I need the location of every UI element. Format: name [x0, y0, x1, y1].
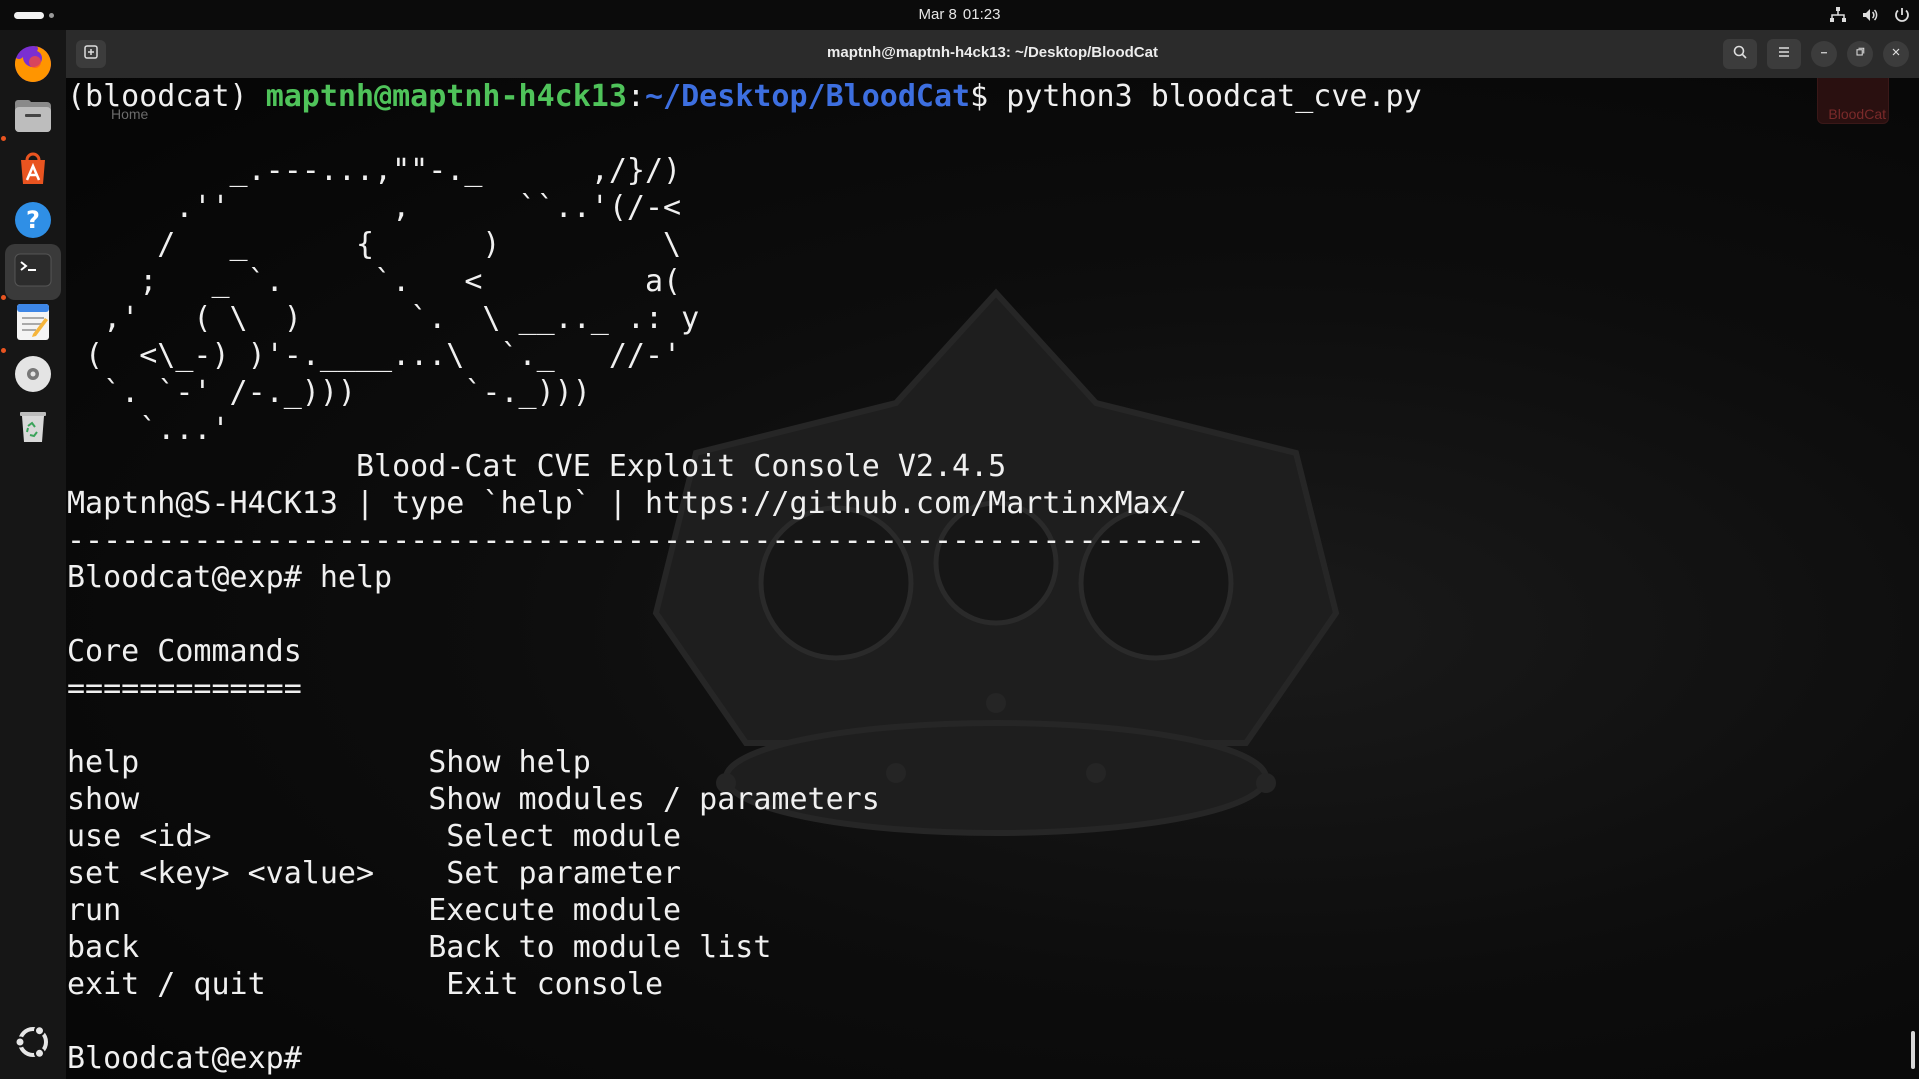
- command-row: help Show help: [67, 744, 1422, 781]
- section-title: Core Commands: [67, 634, 302, 669]
- dock-item-show-apps[interactable]: [5, 1016, 61, 1072]
- ascii-art-line: ( <\_-) )'-.____...\ `._ //-': [67, 338, 682, 373]
- window-title: maptnh@maptnh-h4ck13: ~/Desktop/BloodCat: [827, 44, 1158, 61]
- command-desc: Exit console: [446, 967, 664, 1002]
- help-icon: ?: [11, 198, 55, 246]
- exp-prompt: Bloodcat@exp#: [67, 560, 320, 595]
- command-name: back: [67, 930, 429, 965]
- minimize-icon: [1818, 46, 1830, 62]
- dock-item-terminal[interactable]: [5, 244, 61, 300]
- command-desc: Select module: [446, 819, 682, 854]
- hamburger-menu-icon: [1776, 44, 1792, 64]
- close-icon: [1890, 46, 1902, 62]
- prompt-dollar: $: [970, 79, 1007, 114]
- clock[interactable]: Mar 8 01:23: [0, 6, 1919, 23]
- volume-icon[interactable]: [1861, 6, 1879, 24]
- clock-date: Mar 8: [918, 6, 957, 23]
- command-row: exit / quit Exit console: [67, 966, 1422, 1003]
- exp-prompt-line: Bloodcat@exp# help: [67, 559, 1422, 596]
- desktop-folder-label: BloodCat: [1828, 106, 1886, 122]
- command-desc: Set parameter: [446, 856, 682, 891]
- text-editor-icon: [11, 300, 55, 348]
- restore-button[interactable]: [1847, 41, 1873, 67]
- dock-item-firefox[interactable]: [5, 38, 61, 94]
- prompt-colon: :: [626, 79, 645, 114]
- command-name: show: [67, 782, 429, 817]
- terminal-output: (bloodcat) maptnh@maptnh-h4ck13:~/Deskto…: [67, 78, 1422, 1077]
- shell-prompt-line: (bloodcat) maptnh@maptnh-h4ck13:~/Deskto…: [67, 78, 1422, 115]
- command-desc: Execute module: [428, 893, 682, 928]
- running-indicator: [1, 295, 6, 300]
- dock-item-files[interactable]: [5, 90, 61, 146]
- typed-command: python3 bloodcat_cve.py: [1006, 79, 1422, 114]
- clock-time: 01:23: [962, 6, 1001, 23]
- section-underline: =============: [67, 671, 302, 706]
- power-icon[interactable]: [1893, 6, 1911, 24]
- terminal-icon: [11, 248, 55, 296]
- system-tray[interactable]: [1829, 6, 1911, 24]
- prompt-path: ~/Desktop/BloodCat: [644, 79, 971, 114]
- terminal-headerbar: maptnh@maptnh-h4ck13: ~/Desktop/BloodCat: [66, 30, 1919, 78]
- command-row: show Show modules / parameters: [67, 781, 1422, 818]
- firefox-icon: [11, 42, 55, 90]
- command-desc: Show modules / parameters: [428, 782, 880, 817]
- ascii-art-line: .'' , ``..'(/-<: [67, 190, 682, 225]
- banner-info: Maptnh@S-H4CK13 | type `help` | https://…: [67, 486, 1187, 521]
- command-row: set <key> <value> Set parameter: [67, 855, 1422, 892]
- disc-icon: [11, 352, 55, 400]
- command-row: back Back to module list: [67, 929, 1422, 966]
- command-desc: Back to module list: [428, 930, 772, 965]
- banner-title: Blood-Cat CVE Exploit Console V2.4.5: [67, 449, 1007, 484]
- top-bar: Mar 8 01:23: [0, 0, 1919, 30]
- command-name: help: [67, 745, 429, 780]
- ascii-art-line: ; _ `. `. < a(: [67, 264, 682, 299]
- ascii-art-line: / _ { ) \: [67, 227, 682, 262]
- dock: ?: [0, 30, 66, 1079]
- ascii-art-line: _.---...,""-._ ,/}/): [67, 153, 682, 188]
- ubuntu-logo-icon: [11, 1020, 55, 1068]
- search-button[interactable]: [1723, 39, 1757, 69]
- command-name: use <id>: [67, 819, 447, 854]
- command-desc: Show help: [428, 745, 591, 780]
- entered-command: help: [319, 560, 393, 595]
- terminal-area[interactable]: Home BloodCat (bloodcat) maptnh@maptnh-h…: [66, 78, 1919, 1079]
- command-row: run Execute module: [67, 892, 1422, 929]
- dock-item-help[interactable]: ?: [5, 194, 61, 250]
- dock-item-disc[interactable]: [5, 348, 61, 404]
- command-row: use <id> Select module: [67, 818, 1422, 855]
- network-icon[interactable]: [1829, 6, 1847, 24]
- ascii-art-line: `. `-' /-._))) `-._))): [67, 375, 591, 410]
- menu-button[interactable]: [1767, 39, 1801, 69]
- restore-icon: [1854, 46, 1866, 62]
- svg-text:?: ?: [26, 206, 40, 234]
- final-prompt: Bloodcat@exp#: [67, 1041, 302, 1076]
- close-button[interactable]: [1883, 41, 1909, 67]
- ascii-art-line: ,' ( \ ) `. \ __.._ .: y: [67, 301, 700, 336]
- dock-item-text-editor[interactable]: [5, 296, 61, 352]
- search-icon: [1732, 44, 1748, 64]
- command-name: set <key> <value>: [67, 856, 447, 891]
- command-name: run: [67, 893, 429, 928]
- app-center-icon: [11, 146, 55, 194]
- files-icon: [11, 94, 55, 142]
- command-name: exit / quit: [67, 967, 447, 1002]
- minimize-button[interactable]: [1811, 41, 1837, 67]
- separator-line: ----------------------------------------…: [67, 523, 1205, 558]
- prompt-userhost: maptnh@maptnh-h4ck13: [265, 79, 627, 114]
- ascii-art-line: `...': [67, 412, 230, 447]
- trash-icon: [11, 404, 55, 452]
- dock-item-app-center[interactable]: [5, 142, 61, 198]
- terminal-scrollbar[interactable]: [1911, 1031, 1915, 1069]
- prompt-env: (bloodcat): [67, 79, 266, 114]
- dock-item-trash[interactable]: [5, 400, 61, 456]
